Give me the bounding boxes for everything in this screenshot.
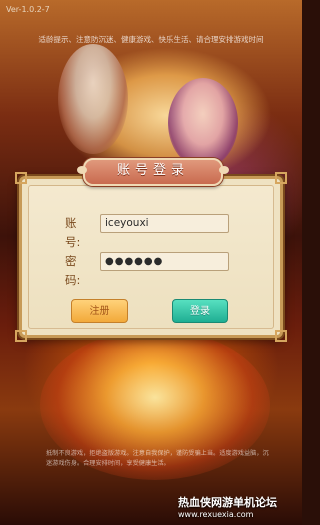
- register-button[interactable]: 注册: [71, 299, 128, 323]
- top-notice: 适龄提示、注意防沉迷、健康游戏、快乐生活、请合理安排游戏时间: [38, 35, 264, 44]
- account-input[interactable]: iceyouxi: [100, 214, 229, 233]
- title-ornament-right: [219, 166, 229, 174]
- title-ornament-left: [77, 166, 87, 174]
- site-watermark: 热血侠网游单机论坛 www.rexuexia.com: [178, 494, 296, 519]
- corner-ornament: [275, 330, 287, 342]
- version-label: Ver-1.0.2-7: [6, 5, 50, 14]
- password-input[interactable]: ●●●●●●: [100, 252, 229, 271]
- dialog-title: 账号登录: [116, 163, 189, 178]
- hero-character-right: [168, 78, 238, 168]
- dialog-title-plate: 账号登录: [77, 158, 229, 186]
- login-button[interactable]: 登录: [172, 299, 228, 323]
- watermark-url: www.rexuexia.com: [178, 510, 254, 519]
- watermark-title: 热血侠网游单机论坛: [178, 496, 277, 509]
- password-label: 密码:: [65, 254, 81, 287]
- hero-character-left: [58, 44, 128, 154]
- health-disclaimer: 抵制不良游戏，拒绝盗版游戏。注意自我保护，谨防受骗上当。适度游戏益脑，沉迷游戏伤…: [46, 450, 269, 467]
- corner-ornament: [15, 330, 27, 342]
- corner-ornament: [15, 172, 27, 184]
- account-label: 账号:: [65, 216, 81, 249]
- corner-ornament: [275, 172, 287, 184]
